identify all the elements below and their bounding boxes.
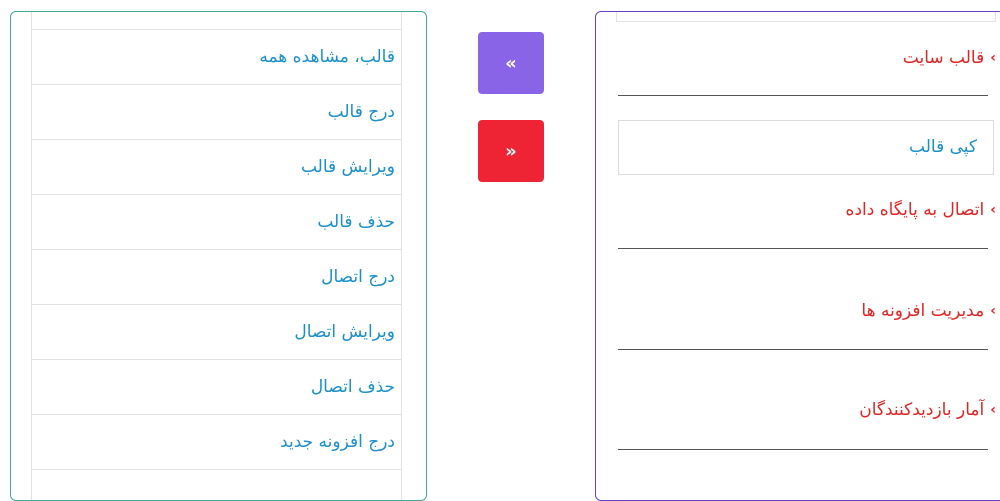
chevron-right-icon: ›: [990, 50, 996, 66]
menu-item-label: اتصال به پایگاه داده: [845, 200, 985, 220]
sub-item-copy-template[interactable]: کپی قالب: [618, 120, 994, 175]
divider: [618, 248, 988, 249]
left-menu-item-insert-connection[interactable]: درج اتصال: [32, 250, 401, 305]
chevron-right-icon: ›: [990, 303, 996, 319]
left-menu-item-view-all-templates[interactable]: قالب، مشاهده همه: [32, 30, 401, 85]
double-chevron-right-icon: »: [505, 140, 517, 162]
chevron-right-icon: ›: [990, 402, 996, 418]
divider: [618, 449, 988, 450]
left-menu-item-edit-template[interactable]: ویرایش قالب: [32, 140, 401, 195]
left-menu-item-delete-template[interactable]: حذف قالب: [32, 195, 401, 250]
menu-item-label: مدیریت افزونه ها: [861, 301, 985, 321]
list-top-spacer: [32, 12, 401, 30]
left-menu-item-insert-template[interactable]: درج قالب: [32, 85, 401, 140]
expand-all-button[interactable]: »: [478, 120, 544, 182]
left-menu-list: قالب، مشاهده همه درج قالب ویرایش قالب حذ…: [31, 12, 402, 500]
divider: [618, 95, 988, 96]
left-menu-item-insert-new-plugin[interactable]: درج افزونه جدید: [32, 415, 401, 470]
menu-item-label: قالب سایت: [902, 48, 985, 68]
menu-item-database-connection[interactable]: › اتصال به پایگاه داده: [618, 200, 996, 220]
left-panel: قالب، مشاهده همه درج قالب ویرایش قالب حذ…: [10, 11, 427, 501]
top-divider: [616, 12, 996, 22]
right-panel: › قالب سایت کپی قالب › اتصال به پایگاه داد…: [595, 11, 1000, 501]
collapse-all-button[interactable]: «: [478, 32, 544, 94]
menu-item-label: آمار بازدیدکنندگان: [859, 400, 985, 420]
left-menu-item-delete-connection[interactable]: حذف اتصال: [32, 360, 401, 415]
left-menu-item-edit-connection[interactable]: ویرایش اتصال: [32, 305, 401, 360]
chevron-right-icon: ›: [990, 202, 996, 218]
menu-item-plugin-management[interactable]: › مدیریت افزونه ها: [618, 301, 996, 321]
menu-item-site-template[interactable]: › قالب سایت: [618, 48, 996, 68]
divider: [618, 349, 988, 350]
double-chevron-left-icon: «: [505, 52, 517, 74]
menu-item-visitor-statistics[interactable]: › آمار بازدیدکنندگان: [618, 400, 996, 420]
